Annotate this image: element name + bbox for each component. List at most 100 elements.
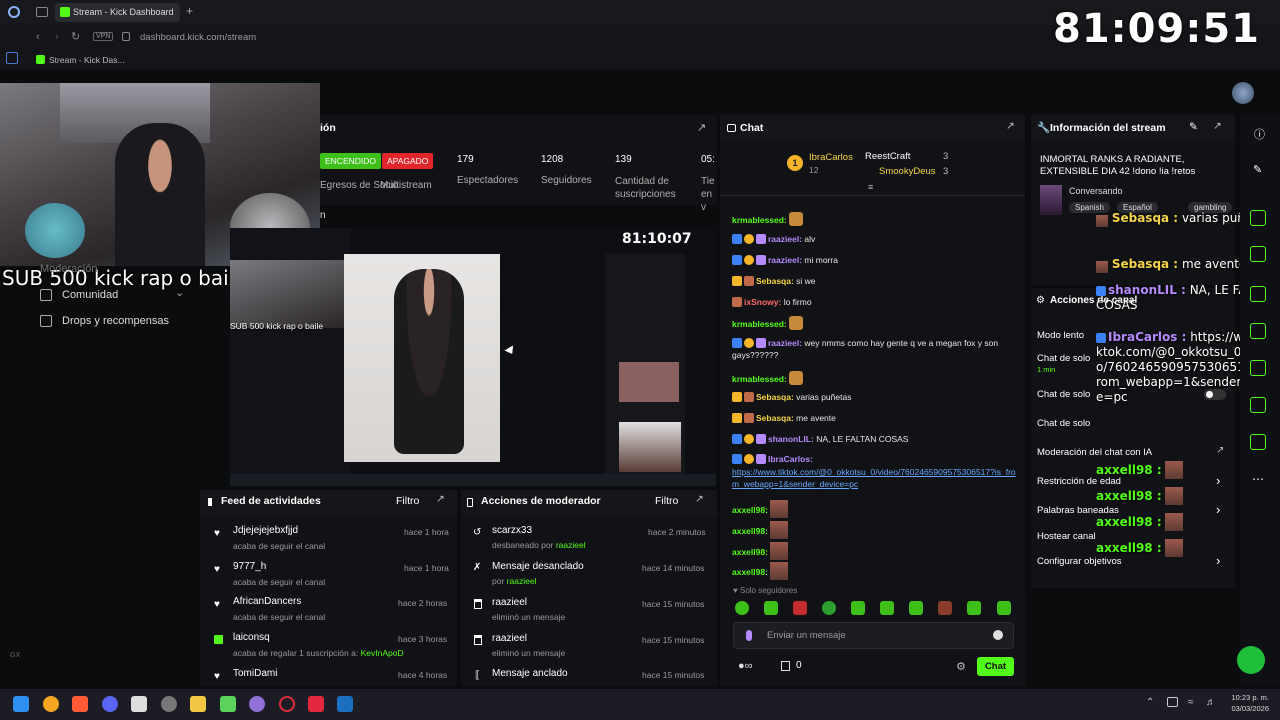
mod-item-by[interactable]: raazieel [556,540,586,550]
opera-gx-icon[interactable] [279,696,295,712]
chat-message[interactable]: raazieel: mi morra [732,254,1017,266]
emote-icon[interactable] [735,601,749,615]
mod-item-by[interactable]: raazieel [507,576,537,586]
feed-item-name[interactable]: Jdjejejejebxfjjd [233,525,298,536]
chat-message[interactable]: raazieel: wey nmms como hay gente q ve a… [732,337,1017,361]
mod-item-name[interactable]: raazieel [492,597,527,608]
feed-item-name[interactable]: 9777_h [233,561,266,572]
tab-kick-dashboard[interactable]: Stream - Kick Dashboard [55,3,180,22]
forward-icon[interactable]: › [55,31,59,43]
mod-item-name[interactable]: Mensaje desanclado [492,561,584,572]
gifter-2-name[interactable]: ReestCraft [865,151,910,162]
chat-popout-icon[interactable]: ↗ [1006,120,1015,132]
chat-message[interactable]: axxell98: [732,500,1017,518]
edit-icon[interactable]: ✎ [1189,121,1198,133]
category-thumbnail[interactable] [1040,185,1062,215]
emote-icon[interactable] [909,601,923,615]
sidebar-chat-icon[interactable] [1250,323,1266,339]
info-icon[interactable]: ⓘ [1254,126,1265,142]
nav-moderacion[interactable]: Moderación [40,263,97,275]
emote-icon[interactable] [938,601,952,615]
mod-popout-icon[interactable]: ↗ [695,493,704,505]
sidebar-tool-icon[interactable] [1250,210,1266,226]
external-link-icon[interactable]: ↗ [1216,445,1224,456]
sidebar-wrench-icon[interactable] [1250,434,1266,450]
feed-item-name[interactable]: TomiDami [233,668,277,679]
clock-date[interactable]: 03/03/2026 [1227,704,1269,713]
chat-username[interactable]: raazieel: [768,234,802,244]
feed-item-name[interactable]: AfricanDancers [233,596,301,607]
info-popout-icon[interactable]: ↗ [1213,120,1222,132]
browser-logo-icon[interactable] [8,6,20,18]
chat-username[interactable]: Sebasqa: [756,276,794,286]
followers-only-row[interactable]: Chat de solo [1037,353,1090,364]
reload-icon[interactable]: ↻ [71,30,80,43]
chat-username[interactable]: krmablessed: [732,319,787,329]
partner-exits-badge[interactable]: ENCENDIDO [320,153,382,169]
nav-drops[interactable]: Drops y recompensas [62,315,169,327]
chat-username[interactable]: raazieel: [768,338,802,348]
chat-username[interactable]: raazieel: [768,255,802,265]
file-explorer-icon[interactable] [190,696,206,712]
sidebar-collapse-icon[interactable]: GX [10,652,20,659]
chat-settings-icon[interactable]: ⚙ [956,660,966,673]
activity-filter-button[interactable]: Filtro [396,495,419,507]
chat-link[interactable]: https://www.tiktok.com/@0_okkotsu_0/vide… [732,466,1017,490]
slow-mode-row[interactable]: Modo lento [1037,330,1084,341]
tray-app-icon[interactable] [1167,697,1178,707]
chat-message[interactable]: IbraCarlos: [732,453,1017,465]
chevron-down-icon[interactable]: ⌄ [175,286,184,299]
top-gifter-name[interactable]: IbraCarlos [809,152,853,163]
taskbar-app-icon[interactable] [131,696,147,712]
chat-message[interactable]: axxell98: [732,521,1017,539]
chat-username[interactable]: axxell98: [732,526,768,536]
chat-message[interactable]: Sebasqa: me avente [732,412,1017,424]
taskbar-app-icon[interactable] [161,696,177,712]
bookmark-kick[interactable]: Stream - Kick Das... [49,55,125,65]
chat-username[interactable]: Sebasqa: [756,392,794,402]
popout-icon[interactable]: ↗ [697,121,706,134]
sidebar-tool-icon[interactable] [1250,286,1266,302]
mic-icon[interactable] [746,630,752,641]
sidebar-list-icon[interactable] [1250,397,1266,413]
emote-icon[interactable] [764,601,778,615]
points-icon[interactable]: ●∞ [738,660,753,672]
volume-icon[interactable]: ♬ [1206,697,1216,708]
emote-only-row[interactable]: Chat de solo [1037,418,1090,429]
taskbar-app-icon[interactable] [43,696,59,712]
chat-message[interactable]: Sebasqa: varias puñetas [732,391,1017,403]
gift-box-icon[interactable] [781,661,790,671]
vpn-badge[interactable]: VPN [93,32,114,41]
activity-popout-icon[interactable]: ↗ [436,493,445,505]
mod-item-name[interactable]: Mensaje anclado [492,668,568,679]
chat-message[interactable]: krmablessed: [732,316,1017,330]
chat-username[interactable]: Sebasqa: [756,413,794,423]
emote-icon[interactable] [967,601,981,615]
pencil-icon[interactable]: ✎ [1253,163,1262,176]
chat-username[interactable]: ixSnowy: [744,297,781,307]
support-headset-icon[interactable] [1237,646,1265,674]
sidebar-tool-icon[interactable] [1250,246,1266,262]
mod-item-name[interactable]: raazieel [492,633,527,644]
chat-username[interactable]: axxell98: [732,567,768,577]
host-channel-row[interactable]: Hostear canal [1037,531,1096,542]
chat-username[interactable]: krmablessed: [732,215,787,225]
goals-row[interactable]: Configurar objetivos [1037,556,1122,567]
chat-message[interactable]: ixSnowy: lo firmo [732,296,1017,308]
chat-message[interactable]: shanonLIL: NA, LE FALTAN COSAS [732,433,1017,445]
chat-input[interactable]: Enviar un mensaje [733,622,1014,649]
chat-username[interactable]: krmablessed: [732,374,787,384]
multistream-badge[interactable]: APAGADO [382,153,434,169]
mod-filter-button[interactable]: Filtro [655,495,678,507]
chat-message[interactable]: raazieel: alv [732,233,1017,245]
chat-message[interactable]: axxell98: [732,562,1017,580]
emote-icon[interactable] [822,601,836,615]
chat-send-button[interactable]: Chat [977,657,1014,676]
sidebar-more-icon[interactable]: ⋯ [1252,472,1264,486]
tray-chevron-icon[interactable]: ⌃ [1146,697,1154,708]
chat-message[interactable]: Sebasqa: si we [732,275,1017,287]
emote-icon[interactable] [793,601,807,615]
url-text[interactable]: dashboard.kick.com/stream [140,32,256,43]
gifter-3-name[interactable]: SmookyDeus [879,166,936,177]
chat-message[interactable]: krmablessed: [732,371,1017,385]
